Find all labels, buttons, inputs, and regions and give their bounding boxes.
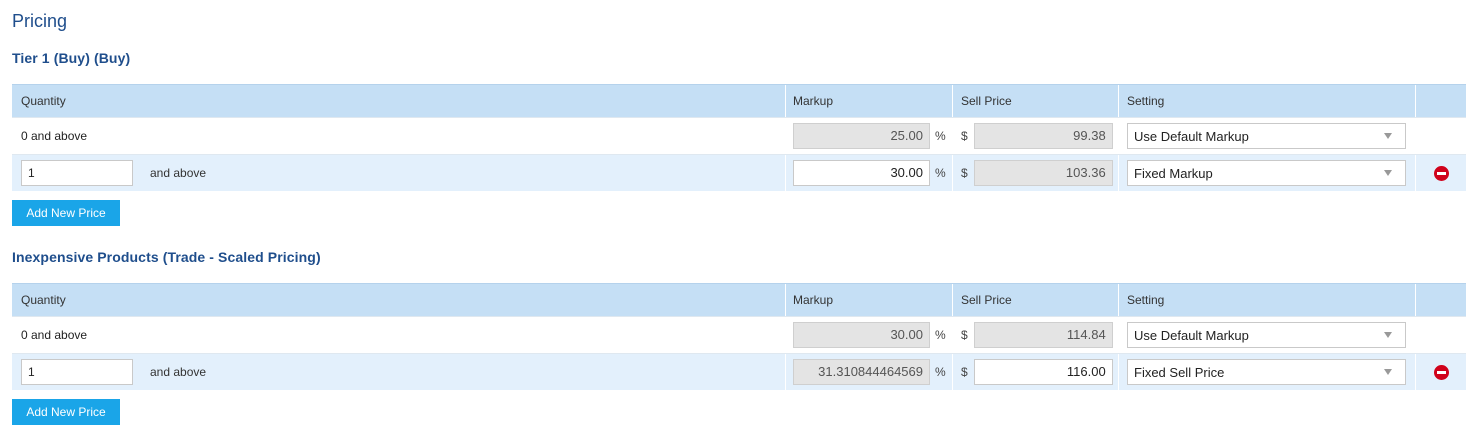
- quantity-input[interactable]: 1: [21, 359, 133, 385]
- and-above-label: and above: [150, 365, 207, 379]
- sell-price-field: 103.36: [973, 160, 1113, 186]
- setting-select[interactable]: Use Default Markup: [1127, 322, 1406, 348]
- setting-select-value: Fixed Markup: [1134, 165, 1213, 181]
- sell-price-field: 114.84: [973, 322, 1113, 348]
- percent-label: %: [935, 129, 946, 143]
- markup-field: 30.00: [793, 322, 930, 348]
- column-header-markup: Markup: [786, 284, 953, 316]
- percent-label: %: [935, 328, 946, 342]
- dollar-label: $: [961, 166, 968, 180]
- column-header-quantity: Quantity: [12, 284, 786, 316]
- table-row: 1 and above 30.00 % $ 103.36 Fixed Marku…: [12, 154, 1466, 191]
- percent-label: %: [935, 166, 946, 180]
- setting-select[interactable]: Fixed Markup: [1127, 160, 1406, 186]
- setting-select-value: Use Default Markup: [1134, 128, 1249, 144]
- section-title-inexpensive-products: Inexpensive Products (Trade - Scaled Pri…: [12, 249, 321, 265]
- markup-input[interactable]: 30.00: [793, 160, 930, 186]
- table-row: 1 and above 31.310844464569 % $ 116.00 F…: [12, 353, 1466, 390]
- chevron-down-icon: [1384, 170, 1392, 176]
- column-header-quantity: Quantity: [12, 85, 786, 117]
- pricing-table-tier1: Quantity Markup Sell Price Setting 0 and…: [12, 84, 1466, 191]
- setting-select[interactable]: Fixed Sell Price: [1127, 359, 1406, 385]
- sell-price-input[interactable]: 116.00: [973, 359, 1113, 385]
- quantity-label: 0 and above: [12, 317, 786, 353]
- column-header-sell-price: Sell Price: [953, 284, 1119, 316]
- markup-field: 25.00: [793, 123, 930, 149]
- quantity-input[interactable]: 1: [21, 160, 133, 186]
- chevron-down-icon: [1384, 133, 1392, 139]
- dollar-label: $: [961, 328, 968, 342]
- setting-select-value: Fixed Sell Price: [1134, 364, 1225, 380]
- remove-circle-icon[interactable]: [1433, 364, 1449, 380]
- chevron-down-icon: [1384, 369, 1392, 375]
- pricing-table-inexpensive-products: Quantity Markup Sell Price Setting 0 and…: [12, 283, 1466, 390]
- column-header-setting: Setting: [1119, 284, 1416, 316]
- add-new-price-button[interactable]: Add New Price: [12, 200, 120, 226]
- markup-field: 31.310844464569: [793, 359, 930, 385]
- column-header-markup: Markup: [786, 85, 953, 117]
- percent-label: %: [935, 365, 946, 379]
- sell-price-field: 99.38: [973, 123, 1113, 149]
- and-above-label: and above: [150, 166, 207, 180]
- section-title-tier1: Tier 1 (Buy) (Buy): [12, 50, 131, 66]
- column-header-sell-price: Sell Price: [953, 85, 1119, 117]
- column-header-setting: Setting: [1119, 85, 1416, 117]
- column-header-actions: [1416, 284, 1466, 316]
- table-header: Quantity Markup Sell Price Setting: [12, 283, 1466, 316]
- remove-circle-icon[interactable]: [1433, 165, 1449, 181]
- column-header-actions: [1416, 85, 1466, 117]
- dollar-label: $: [961, 365, 968, 379]
- setting-select[interactable]: Use Default Markup: [1127, 123, 1406, 149]
- chevron-down-icon: [1384, 332, 1392, 338]
- table-row: 0 and above 25.00 % $ 99.38 Use Default …: [12, 117, 1466, 154]
- quantity-label: 0 and above: [12, 118, 786, 154]
- page-title: Pricing: [12, 11, 68, 31]
- table-header: Quantity Markup Sell Price Setting: [12, 84, 1466, 117]
- add-new-price-button[interactable]: Add New Price: [12, 399, 120, 425]
- dollar-label: $: [961, 129, 968, 143]
- setting-select-value: Use Default Markup: [1134, 327, 1249, 343]
- table-row: 0 and above 30.00 % $ 114.84 Use Default…: [12, 316, 1466, 353]
